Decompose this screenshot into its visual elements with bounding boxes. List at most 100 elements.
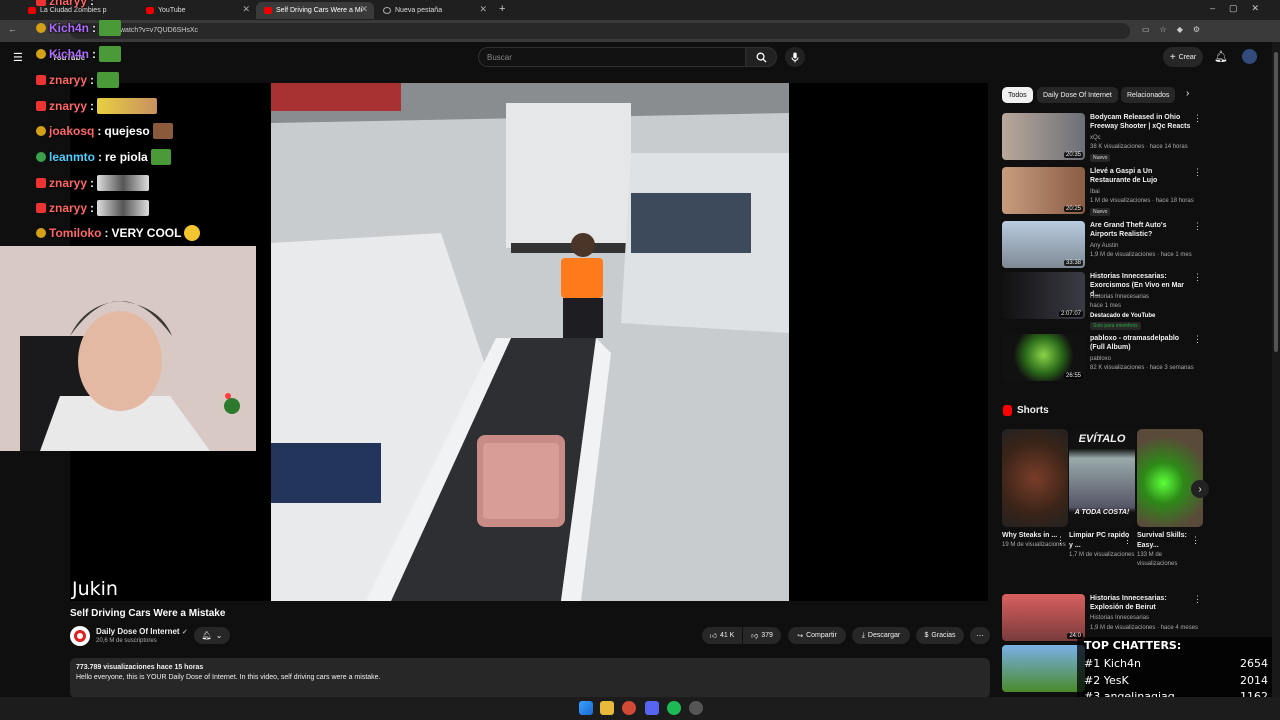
chat-message: joakosq: quejeso [36, 123, 173, 139]
thumbs-down-icon: 👎︎ [751, 633, 759, 640]
more-icon[interactable]: ⋮ [1056, 535, 1065, 546]
streamer-webcam [0, 246, 256, 451]
short-thumbnail [1002, 429, 1068, 527]
share-button[interactable]: ↪ Compartir [788, 627, 846, 644]
video-thumbnail: 33:38 [1002, 221, 1085, 268]
tab-video[interactable]: Self Driving Cars Were a Mi ✕ [256, 2, 374, 19]
more-actions-button[interactable]: ⋯ [970, 627, 990, 644]
featured-label: Destacado de YouTube [1090, 313, 1156, 319]
face-emote-icon [152, 123, 173, 139]
search-input[interactable]: Buscar [478, 47, 774, 67]
recommendation-meta: 1 M de visualizaciones · hace 18 horas [1090, 198, 1194, 204]
face-emote-icon [97, 175, 150, 191]
recommendation-meta: 82 K visualizaciones · hace 3 semanas [1090, 365, 1194, 371]
top-chatters-header: TOP CHATTERS: [1084, 639, 1182, 652]
video-description[interactable]: 773.789 visualizaciones hace 15 horas He… [70, 658, 990, 698]
short-item[interactable]: Why Steaks in ... 19 M de visualizacione… [1002, 429, 1068, 550]
recommendation-channel: Ibai [1090, 189, 1100, 195]
short-item[interactable]: Survival Skills: Easy... 133 M de visual… [1137, 429, 1203, 569]
recommendation-item[interactable]: 20:25 Llevé a Gaspi a Un Restaurante de … [1002, 167, 1202, 216]
badge-icon [36, 75, 46, 85]
close-tab-icon[interactable]: ✕ [360, 4, 368, 15]
scrollbar-thumb[interactable] [1274, 52, 1278, 352]
window-controls-icon[interactable]: –▢✕ [1210, 3, 1273, 14]
recommendation-item[interactable]: 33:38 Are Grand Theft Auto's Airports Re… [1002, 221, 1202, 269]
video-thumbnail: 2:07:07 [1002, 272, 1085, 319]
badge-icon [36, 178, 46, 188]
more-icon[interactable]: ⋮ [1193, 594, 1202, 605]
subscription-bell-button[interactable]: 🔔︎ ⌄ [194, 627, 230, 644]
short-views: 133 M de visualizaciones [1137, 552, 1178, 567]
members-only-badge: Solo para miembros [1090, 322, 1141, 330]
chrome-icon[interactable] [622, 701, 636, 715]
recommendation-item[interactable]: 24:0 Historias Innecesarias: Explosión d… [1002, 594, 1202, 642]
shorts-next-button[interactable]: › [1191, 480, 1209, 498]
more-icon[interactable]: ⋮ [1191, 535, 1200, 546]
video-thumbnail[interactable] [1002, 645, 1085, 692]
like-button[interactable]: 👍︎ 41 K [702, 627, 742, 644]
chat-message: znaryy: [36, 98, 158, 114]
account-avatar[interactable] [1242, 49, 1257, 64]
thanks-button[interactable]: $ Gracias [916, 627, 964, 644]
face-emote-icon [97, 98, 158, 114]
share-icon: ↪ [797, 632, 804, 640]
recommendation-meta: 1,9 M de visualizaciones · hace 1 mes [1090, 252, 1192, 258]
emoji-icon [184, 225, 201, 241]
badge-icon [36, 203, 46, 213]
short-thumbnail [1137, 429, 1203, 527]
recommendation-meta: 1,9 M de visualizaciones · hace 4 meses [1090, 625, 1199, 631]
file-explorer-icon[interactable] [600, 701, 614, 715]
recommendation-item[interactable]: 2:07:07 Historias Innecesarias: Exorcism… [1002, 272, 1202, 330]
frog-emote-icon [99, 20, 122, 36]
chat-message: znaryy: [36, 0, 94, 8]
chip-related[interactable]: Relacionados [1121, 87, 1176, 103]
chat-message: znaryy: [36, 72, 120, 88]
tab-new[interactable]: Nueva pestaña ✕ [375, 2, 493, 19]
recommendation-channel: xQc [1090, 135, 1101, 141]
windows-start-icon[interactable] [579, 701, 593, 715]
chevron-right-icon[interactable]: › [1186, 88, 1189, 99]
video-frame[interactable] [271, 83, 789, 601]
more-icon[interactable]: ⋮ [1193, 167, 1202, 178]
chat-message: leanmto: re piola [36, 149, 171, 165]
face-emote-icon [97, 200, 150, 216]
recommendation-channel: Any Austin [1090, 243, 1119, 249]
short-thumbnail: EVÍTALO A TODA COSTA! [1069, 429, 1135, 527]
frog-emote-icon [99, 46, 122, 62]
frog-emote-icon [150, 149, 171, 165]
browser-toolbar-icons[interactable]: ▭☆◆⚙ [1142, 25, 1210, 34]
more-icon[interactable]: ⋮ [1193, 113, 1202, 124]
dislike-button[interactable]: 👎︎ 379 [743, 627, 781, 644]
spotify-icon[interactable] [667, 701, 681, 715]
microphone-icon [791, 52, 799, 62]
page-scrollbar[interactable] [1272, 42, 1280, 697]
menu-icon[interactable]: ☰ [13, 51, 23, 64]
create-button[interactable]: + Crear [1163, 47, 1203, 67]
more-icon[interactable]: ⋮ [1193, 221, 1202, 232]
obs-icon[interactable] [689, 701, 703, 715]
back-icon[interactable]: ← [8, 24, 17, 34]
channel-name[interactable]: Daily Dose Of Internet ✓ [96, 627, 188, 636]
download-button[interactable]: ⤓ Descargar [852, 627, 910, 644]
description-text: Hello everyone, this is YOUR Daily Dose … [76, 674, 381, 681]
more-icon[interactable]: ⋮ [1193, 334, 1202, 345]
recommendation-item[interactable]: 26:55 pabloxo - otramasdelpablo (Full Al… [1002, 334, 1202, 382]
new-tab-icon[interactable]: + [499, 3, 505, 15]
recommendation-item[interactable]: 20:35 Bodycam Released in Ohio Freeway S… [1002, 113, 1202, 162]
chip-all[interactable]: Todos [1002, 87, 1033, 103]
notifications-bell-icon[interactable]: 🔔︎ [1214, 50, 1228, 63]
video-thumbnail: 26:55 [1002, 334, 1085, 381]
discord-icon[interactable] [645, 701, 659, 715]
search-button[interactable] [745, 47, 777, 67]
search-icon [756, 52, 767, 63]
chip-channel[interactable]: Daily Dose Of Internet [1037, 87, 1118, 103]
chevron-right-icon: › [1198, 483, 1202, 495]
video-thumbnail: 20:25 [1002, 167, 1085, 214]
voice-search-button[interactable] [785, 47, 805, 67]
more-icon[interactable]: ⋮ [1123, 535, 1132, 546]
channel-avatar[interactable] [70, 626, 90, 646]
badge-icon [36, 101, 46, 111]
description-meta: 773.789 visualizaciones hace 15 horas [76, 664, 204, 671]
more-icon[interactable]: ⋮ [1193, 272, 1202, 283]
close-tab-icon[interactable]: ✕ [479, 4, 487, 15]
